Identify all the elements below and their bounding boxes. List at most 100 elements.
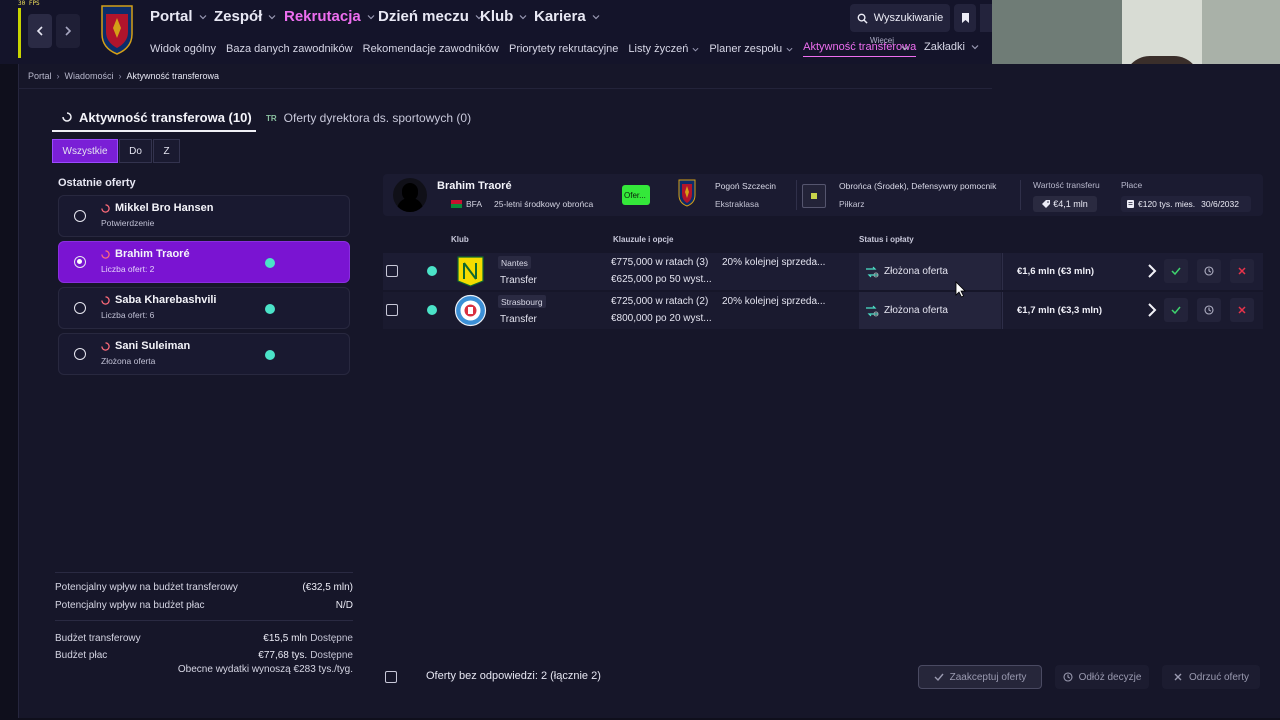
delay-offer-button[interactable] [1197, 298, 1221, 322]
nav-team-label: Zespół [214, 8, 263, 25]
chevron-right-icon[interactable] [1146, 303, 1158, 317]
chevron-down-icon[interactable] [901, 44, 909, 52]
offer-status-text: Potwierdzenie [101, 218, 155, 228]
accept-offers-button[interactable]: Zaakceptuj oferty [918, 665, 1042, 689]
subnav-transfer-activity[interactable]: Aktywność transferowa [803, 41, 917, 57]
radio-button[interactable] [74, 348, 86, 360]
radio-button[interactable] [74, 256, 86, 268]
delay-offer-button[interactable] [1197, 259, 1221, 283]
breadcrumb-messages[interactable]: Wiadomości [65, 71, 114, 81]
wage-budget-impact-row: Potencjalny wpływ na budżet płac N/D [55, 600, 353, 611]
club-name-link[interactable]: Nantes [498, 256, 531, 269]
row-checkbox[interactable] [386, 265, 398, 277]
subnav-player-recommendations[interactable]: Rekomendacje zawodników [363, 41, 499, 57]
row-checkbox[interactable] [386, 304, 398, 316]
subnav-wishlists[interactable]: Listy życzeń [628, 41, 699, 57]
player-league[interactable]: Ekstraklasa [715, 199, 759, 209]
radio-button[interactable] [74, 210, 86, 222]
accept-offers-label: Zaakceptuj oferty [949, 671, 1027, 683]
table-row[interactable]: Nantes Transfer €775,000 w ratach (3) €6… [383, 253, 1263, 290]
wage-budget-label: Budżet płac [55, 650, 108, 661]
breadcrumb-portal[interactable]: Portal [28, 71, 52, 81]
club-crest-logo[interactable] [100, 4, 134, 56]
close-icon [1238, 306, 1246, 314]
bookmarks-menu[interactable]: Zakładki [924, 41, 979, 53]
nav-club[interactable]: Klub [480, 8, 527, 25]
more-menu-label[interactable]: Więcej [870, 36, 894, 45]
strasbourg-crest-icon [454, 294, 487, 327]
search-button[interactable]: Wyszukiwanie [850, 4, 950, 32]
nav-team[interactable]: Zespół [214, 8, 276, 25]
select-all-checkbox[interactable] [385, 671, 397, 683]
subnav-squad-planner-label: Planer zespołu [709, 43, 783, 55]
current-wage-expenses: Obecne wydatki wynoszą €283 tys./tyg. [177, 664, 353, 675]
chevron-down-icon [971, 45, 979, 50]
nav-portal[interactable]: Portal [150, 8, 207, 25]
clause-appearances: €800,000 po 20 wyst... [611, 313, 712, 324]
player-name[interactable]: Brahim Traoré [437, 180, 512, 192]
unanswered-offers-count: Oferty bez odpowiedzi: 2 (łącznie 2) [426, 670, 601, 682]
accent-strip [18, 8, 21, 58]
reject-offers-button[interactable]: Odrzuć oferty [1162, 665, 1260, 689]
divider [18, 88, 992, 89]
offer-item-brahim-traore[interactable]: Brahim Traoré Liczba ofert: 2 [58, 241, 350, 283]
table-row[interactable]: Strasbourg Transfer €725,000 w ratach (2… [383, 292, 1263, 329]
player-avatar[interactable] [393, 178, 427, 212]
subnav-overview[interactable]: Widok ogólny [150, 41, 216, 57]
clause-sell-on: 20% kolejnej sprzeda... [722, 296, 826, 307]
column-header-status[interactable]: Status i opłaty [859, 235, 914, 244]
chevron-down-icon [367, 14, 375, 19]
accept-offer-button[interactable] [1164, 259, 1188, 283]
club-name-link[interactable]: Strasbourg [498, 295, 546, 308]
offer-item-sani-suleiman[interactable]: Sani Suleiman Złożona oferta [58, 333, 350, 375]
wage-badge: €120 tys. mies. 30/6/2032 [1121, 196, 1251, 212]
nav-career[interactable]: Kariera [534, 8, 600, 25]
wage-budget-impact-value: N/D [335, 600, 353, 611]
nav-matchday[interactable]: Dzień meczu [378, 8, 483, 25]
delay-decisions-label: Odłóż decyzje [1078, 671, 1142, 683]
forward-button[interactable] [56, 14, 80, 48]
reject-offer-button[interactable] [1230, 259, 1254, 283]
sub-navigation: Widok ogólny Baza danych zawodników Reko… [150, 41, 926, 57]
radio-button[interactable] [74, 302, 86, 314]
filter-all-button[interactable]: Wszystkie [52, 139, 118, 163]
subnav-recruitment-priorities[interactable]: Priorytety rekrutacyjne [509, 41, 618, 57]
subnav-overview-label: Widok ogólny [150, 43, 217, 55]
reject-offers-label: Odrzuć oferty [1188, 671, 1250, 683]
clock-icon [1204, 266, 1214, 276]
player-club[interactable]: Pogoń Szczecin [715, 181, 776, 191]
chevron-right-icon [65, 26, 72, 36]
wage-value: €120 tys. mies. [1138, 199, 1196, 209]
subnav-player-database[interactable]: Baza danych zawodników [226, 41, 353, 57]
bookmark-icon [961, 13, 969, 23]
wage-budget-value: €77,68 tys. Dostępne [258, 650, 353, 661]
offer-player-name-text: Sani Suleiman [115, 340, 191, 352]
accept-offer-button[interactable] [1164, 298, 1188, 322]
offer-item-mikkel-bro-hansen[interactable]: Mikkel Bro Hansen Potwierdzenie [58, 195, 350, 237]
offer-item-saba-kharebashvili[interactable]: Saba Kharebashvili Liczba ofert: 6 [58, 287, 350, 329]
nav-recruitment[interactable]: Rekrutacja [284, 8, 375, 25]
filter-from-button[interactable]: Z [153, 139, 180, 163]
column-header-clauses[interactable]: Klauzule i opcje [613, 235, 673, 244]
tab-director-offers[interactable]: TR Oferty dyrektora ds. sportowych (0) [266, 104, 471, 132]
filter-to-button[interactable]: Do [119, 139, 152, 163]
reject-offer-button[interactable] [1230, 298, 1254, 322]
transfer-value-label: Wartość transferu [1033, 180, 1100, 190]
column-header-club[interactable]: Klub [451, 235, 469, 244]
offer-status-text: Liczba ofert: 2 [101, 264, 155, 274]
chevron-right-icon[interactable] [1146, 264, 1158, 278]
transfer-type: Transfer [500, 314, 537, 325]
delay-decisions-button[interactable]: Odłóż decyzje [1055, 665, 1149, 689]
tab-transfer-activity[interactable]: Aktywność transferowa (10) [52, 104, 256, 132]
transfer-status-icon [101, 341, 110, 351]
subnav-squad-planner[interactable]: Planer zespołu [709, 41, 793, 57]
offer-player-name-text: Saba Kharebashvili [115, 294, 217, 306]
back-button[interactable] [28, 14, 52, 48]
wage-label: Płace [1121, 180, 1143, 190]
transfer-status-icon [101, 249, 110, 259]
bookmark-button[interactable] [954, 4, 976, 32]
breadcrumb-separator-icon: › [56, 71, 60, 81]
fps-counter: 30 FPS [18, 0, 40, 7]
toolbar-extra-button[interactable] [980, 4, 992, 32]
team-crest-icon[interactable] [678, 179, 696, 207]
